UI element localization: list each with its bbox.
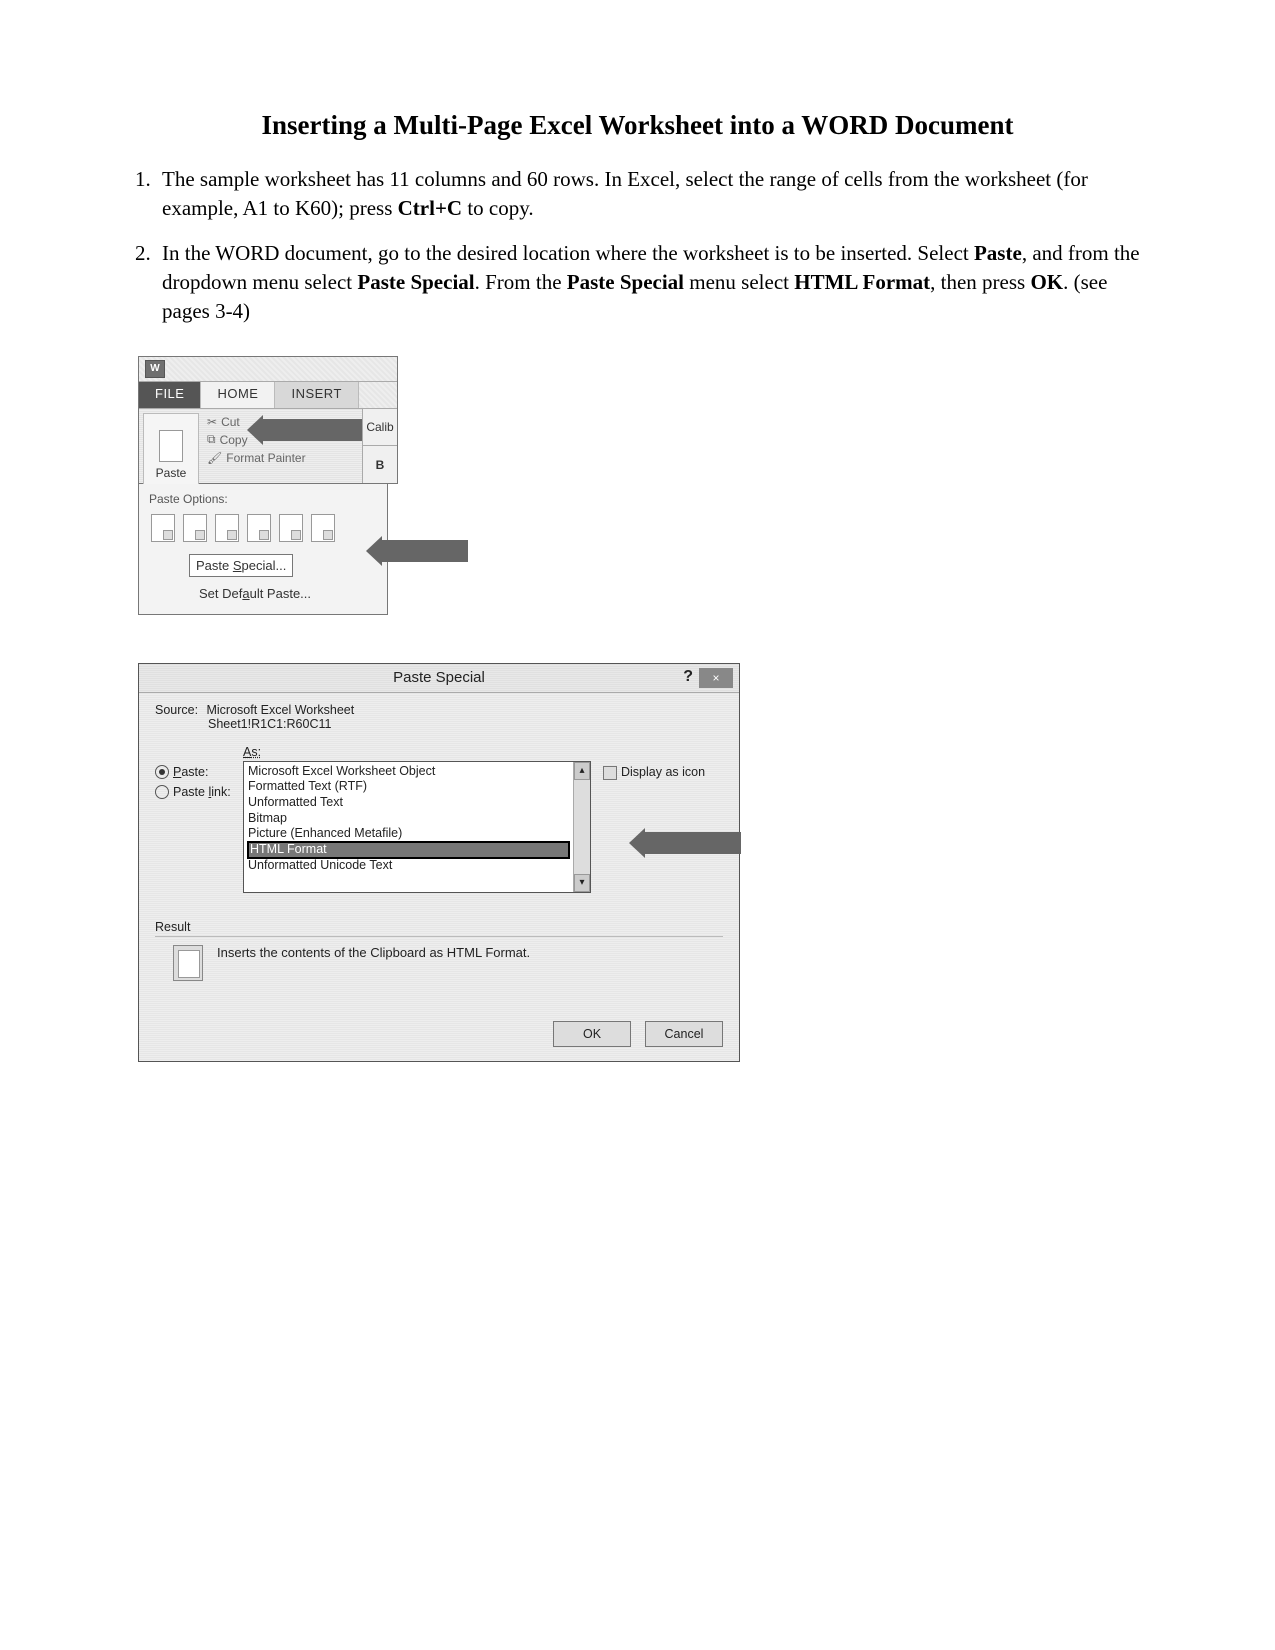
paste-radio[interactable]: Paste: <box>155 765 243 779</box>
step-2-pastespecial: Paste Special <box>357 270 474 294</box>
dialog-title: Paste Special <box>393 669 485 686</box>
step-2-pastespecial2: Paste Special <box>567 270 684 294</box>
paste-option-icon[interactable] <box>215 514 239 542</box>
step-2-text: In the WORD document, go to the desired … <box>162 241 974 265</box>
result-text: Inserts the contents of the Clipboard as… <box>217 945 530 960</box>
step-1: The sample worksheet has 11 columns and … <box>156 165 1145 223</box>
result-label: Result <box>155 920 190 934</box>
divider <box>155 936 723 937</box>
step-1-shortcut: Ctrl+C <box>398 196 462 220</box>
annotation-arrow-icon <box>382 540 468 562</box>
paste-option-icon[interactable] <box>247 514 271 542</box>
source-info: Source: Microsoft Excel Worksheet Sheet1… <box>155 703 723 731</box>
scissors-icon: ✂ <box>207 415 217 429</box>
copy-label[interactable]: Copy <box>220 433 248 447</box>
paste-special-dialog: Paste Special ? × Source: Microsoft Exce… <box>138 663 740 1062</box>
ribbon-tabs: FILE HOME INSERT <box>139 381 397 409</box>
annotation-arrow-icon <box>263 419 373 441</box>
close-button[interactable]: × <box>699 668 733 688</box>
step-2: In the WORD document, go to the desired … <box>156 239 1145 326</box>
cut-label[interactable]: Cut <box>221 415 240 429</box>
step-1-text: The sample worksheet has 11 columns and … <box>162 167 1088 220</box>
step-2-ok: OK <box>1030 270 1063 294</box>
paste-option-icon[interactable] <box>151 514 175 542</box>
paste-option-icon[interactable] <box>183 514 207 542</box>
copy-icon: ⧉ <box>207 432 216 447</box>
paste-options-header: Paste Options: <box>149 492 379 506</box>
clipboard-icon <box>159 430 183 462</box>
format-listbox[interactable]: Microsoft Excel Worksheet Object Formatt… <box>243 761 591 893</box>
scrollbar[interactable]: ▴ ▾ <box>573 762 590 892</box>
radio-icon <box>155 765 169 779</box>
checkbox-icon <box>603 766 617 780</box>
font-group: Calib B <box>362 409 397 483</box>
paste-button-label: Paste <box>156 466 187 480</box>
list-item[interactable]: Microsoft Excel Worksheet Object <box>248 764 569 780</box>
dialog-titlebar: Paste Special ? × <box>139 664 739 693</box>
cancel-button[interactable]: Cancel <box>645 1021 723 1047</box>
source-label: Source: <box>155 703 203 717</box>
radio-icon <box>155 785 169 799</box>
display-as-icon-checkbox[interactable]: Display as icon <box>603 765 705 779</box>
format-painter-label[interactable]: Format Painter <box>226 451 305 465</box>
list-item[interactable]: Unformatted Unicode Text <box>248 858 569 874</box>
paste-link-radio[interactable]: Paste link: <box>155 785 243 799</box>
step-2-html: HTML Format <box>794 270 930 294</box>
list-item[interactable]: Unformatted Text <box>248 795 569 811</box>
as-label: As: <box>243 745 591 759</box>
step-list: The sample worksheet has 11 columns and … <box>130 165 1145 326</box>
display-as-icon-label: Display as icon <box>621 765 705 779</box>
clipboard-result-icon <box>173 945 203 981</box>
paste-dropdown: Paste Options: Paste Special... Set Defa… <box>138 484 388 615</box>
annotation-arrow-icon <box>645 832 741 854</box>
tab-file[interactable]: FILE <box>139 382 201 408</box>
set-default-paste-menu-item[interactable]: Set Default Paste... <box>193 583 379 604</box>
step-2-text3: . From the <box>475 270 567 294</box>
page-title: Inserting a Multi-Page Excel Worksheet i… <box>130 110 1145 141</box>
source-ref: Sheet1!R1C1:R60C11 <box>155 717 723 731</box>
tab-home[interactable]: HOME <box>201 382 275 408</box>
scroll-down-icon[interactable]: ▾ <box>574 874 590 892</box>
figure-ribbon: W FILE HOME INSERT Paste ✂ <box>138 356 398 615</box>
paste-option-icon[interactable] <box>311 514 335 542</box>
step-2-paste: Paste <box>974 241 1022 265</box>
source-value: Microsoft Excel Worksheet <box>206 703 354 717</box>
list-item[interactable]: Picture (Enhanced Metafile) <box>248 826 569 842</box>
ok-button[interactable]: OK <box>553 1021 631 1047</box>
list-item[interactable]: Bitmap <box>248 811 569 827</box>
paste-option-icon[interactable] <box>279 514 303 542</box>
step-1-text-end: to copy. <box>462 196 534 220</box>
tab-insert[interactable]: INSERT <box>275 382 358 408</box>
word-app-icon: W <box>145 360 165 378</box>
step-2-text5: , then press <box>930 270 1030 294</box>
paste-button[interactable]: Paste <box>143 413 199 485</box>
paste-special-menu-item[interactable]: Paste Special... <box>189 554 293 577</box>
help-button[interactable]: ? <box>683 668 693 688</box>
list-item[interactable]: Formatted Text (RTF) <box>248 779 569 795</box>
list-item-selected[interactable]: HTML Format <box>248 842 569 858</box>
paintbrush-icon: 🖌 <box>207 451 222 465</box>
font-name-label[interactable]: Calib <box>363 409 397 446</box>
step-2-text4: menu select <box>684 270 794 294</box>
scroll-up-icon[interactable]: ▴ <box>574 762 590 780</box>
bold-button[interactable]: B <box>363 445 397 483</box>
